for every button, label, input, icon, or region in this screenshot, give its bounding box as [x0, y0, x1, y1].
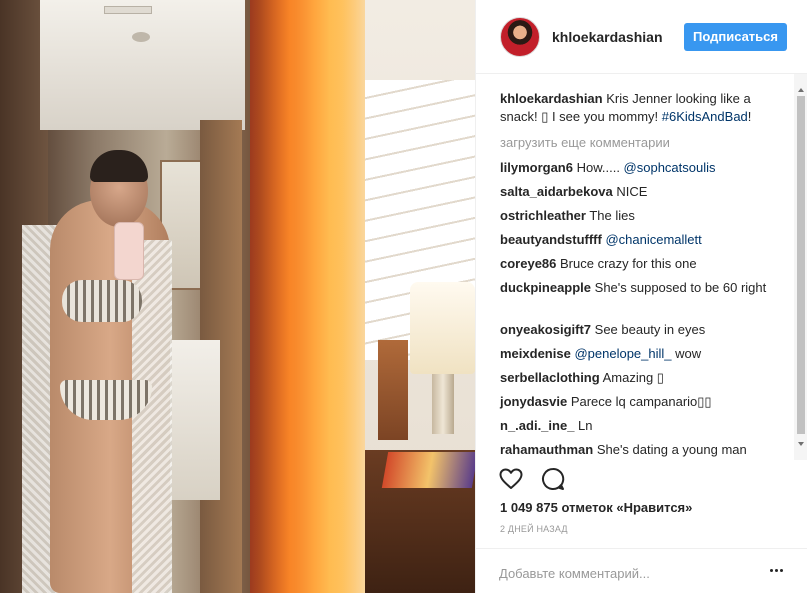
add-comment-input[interactable] — [499, 564, 759, 582]
add-comment-bar — [476, 548, 807, 593]
comment: jonydasvie Parece lq campanario▯▯ — [500, 393, 780, 411]
magazines — [381, 452, 475, 488]
chair — [378, 340, 408, 440]
comment: coreye86 Bruce crazy for this one — [500, 255, 780, 273]
comment-text: How..... — [572, 160, 624, 175]
follow-button[interactable]: Подписаться — [684, 23, 787, 51]
comment-text: See beauty in eyes — [591, 322, 706, 337]
comment-username[interactable]: duckpineapple — [500, 280, 591, 295]
comment: beautyandstuffff @chanicemallett — [500, 231, 780, 249]
comment-text: She's supposed to be 60 right — [591, 280, 767, 295]
comment-text: Bruce crazy for this one — [556, 256, 697, 271]
scroll-down-arrow-icon[interactable] — [798, 442, 804, 446]
comment-username[interactable]: ostrichleather — [500, 208, 586, 223]
comment: ostrichleather The lies — [500, 207, 780, 225]
comment: duckpineapple She's supposed to be 60 ri… — [500, 279, 780, 297]
comment-mention[interactable]: @chanicemallett — [605, 232, 701, 247]
likes-count[interactable]: 1 049 875 отметок «Нравится» — [500, 500, 692, 515]
comment-username[interactable]: lilymorgan6 — [500, 160, 573, 175]
comment: salta_aidarbekova NICE — [500, 183, 780, 201]
lamp-shade — [410, 282, 475, 374]
comment: lilymorgan6 How..... @sophcatsoulis — [500, 159, 780, 177]
ceiling-vent — [104, 6, 152, 14]
post-timestamp[interactable]: 2 ДНЕЙ НАЗАД — [500, 524, 568, 534]
comment-text: The lies — [585, 208, 635, 223]
post-header: khloekardashian Подписаться — [476, 0, 807, 74]
comment: meixdenise @penelope_hill_ wow — [500, 345, 780, 363]
swim-top — [62, 280, 142, 322]
comment-username[interactable]: rahamauthman — [500, 442, 593, 457]
post-actions — [476, 460, 807, 500]
comment-username[interactable]: coreye86 — [500, 256, 556, 271]
comment-username[interactable]: beautyandstuffff — [500, 232, 602, 247]
scroll-thumb[interactable] — [797, 96, 805, 434]
comments-list[interactable]: khloekardashian Kris Jenner looking like… — [476, 74, 807, 460]
caption-suffix: ! — [747, 109, 752, 124]
comment-bubble-icon[interactable] — [540, 466, 566, 492]
comment-username[interactable]: onyeakosigift7 — [500, 322, 591, 337]
comment: rahamauthman She's dating a young man — [500, 441, 780, 459]
comment-text: She's dating a young man — [593, 442, 747, 457]
caption: khloekardashian Kris Jenner looking like… — [500, 90, 780, 126]
comment-username[interactable]: meixdenise — [500, 346, 571, 361]
comment-mention[interactable]: @penelope_hill_ — [574, 346, 671, 361]
ceiling-light — [132, 32, 150, 42]
comment-mention[interactable]: @sophcatsoulis — [624, 160, 716, 175]
post-username[interactable]: khloekardashian — [552, 29, 663, 45]
more-options-icon[interactable] — [770, 565, 788, 577]
comment: serbellaclothing Amazing ▯ — [500, 369, 780, 387]
comment-text: Parece lq campanario▯▯ — [567, 394, 712, 409]
load-more-comments[interactable]: загрузить еще комментарии — [500, 135, 670, 150]
ceiling — [40, 0, 245, 130]
light-flare — [250, 0, 370, 593]
comment-text: NICE — [612, 184, 648, 199]
post-photo — [0, 0, 475, 593]
comment-text-after: wow — [671, 346, 702, 361]
comment: onyeakosigift7 See beauty in eyes — [500, 321, 780, 339]
phone — [114, 222, 144, 280]
lamp-base — [432, 374, 454, 434]
comment-username[interactable]: jonydasvie — [500, 394, 567, 409]
heart-icon[interactable] — [498, 466, 524, 492]
comment-text: Ln — [574, 418, 593, 433]
post-side-panel: khloekardashian Подписаться khloekardash… — [475, 0, 807, 593]
caption-username[interactable]: khloekardashian — [500, 91, 603, 106]
comment-username[interactable]: serbellaclothing — [500, 370, 600, 385]
figure-hair — [90, 150, 148, 182]
scroll-up-arrow-icon[interactable] — [798, 88, 804, 92]
comment-text: Amazing ▯ — [599, 370, 664, 385]
comments-scrollbar[interactable] — [794, 74, 807, 460]
comment-username[interactable]: salta_aidarbekova — [500, 184, 613, 199]
avatar[interactable] — [500, 17, 540, 57]
caption-hashtag[interactable]: #6KidsAndBad — [662, 109, 748, 124]
comment: n_.adi._ine_ Ln — [500, 417, 780, 435]
caption-text-2: I see you mommy! — [548, 109, 662, 124]
comment-username[interactable]: n_.adi._ine_ — [500, 418, 574, 433]
